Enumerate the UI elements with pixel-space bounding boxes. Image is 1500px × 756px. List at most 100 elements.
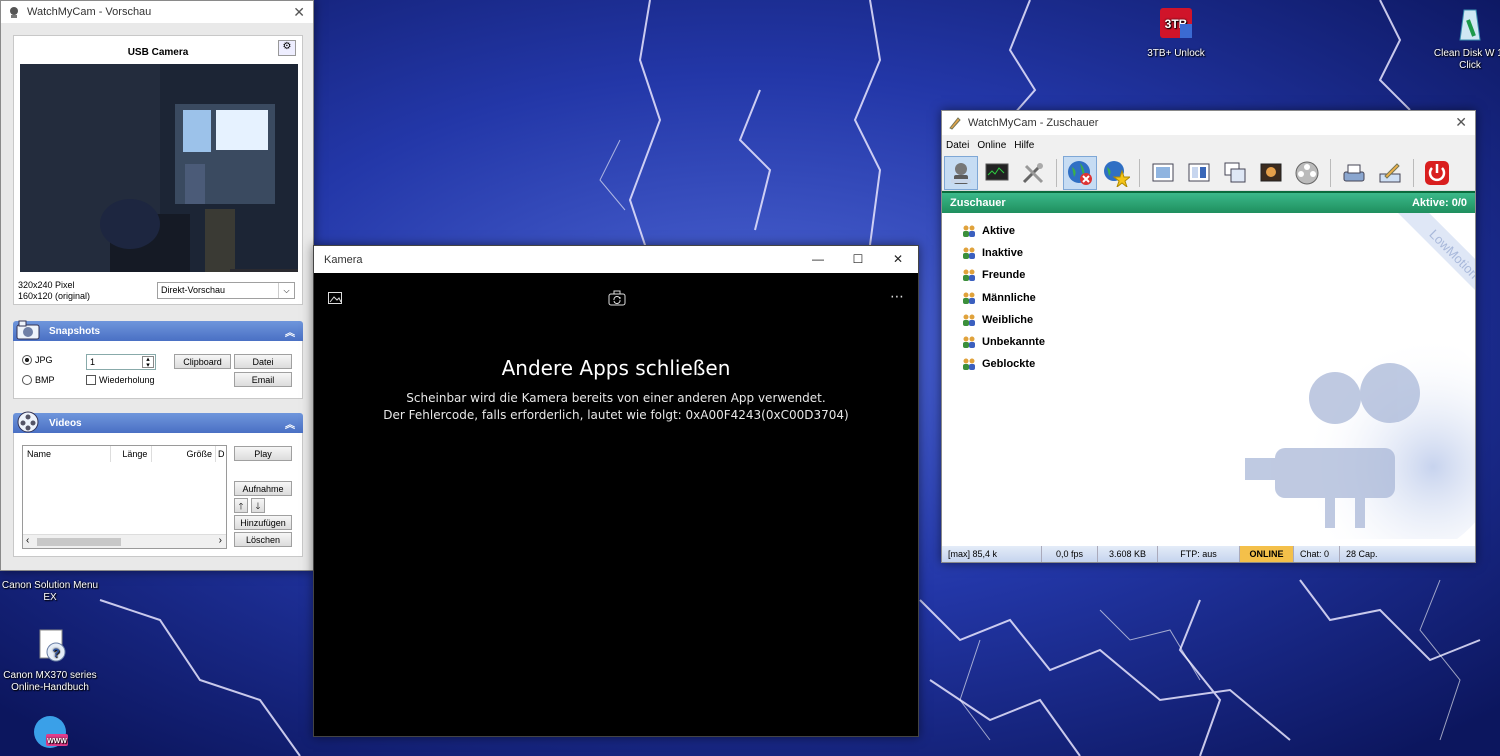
group-label: Inaktive: [982, 247, 1023, 260]
toolbar: [942, 155, 1475, 191]
move-down-button[interactable]: 🡓: [251, 498, 265, 513]
scroll-left-icon[interactable]: ‹: [26, 535, 29, 546]
menu-online[interactable]: Online: [977, 140, 1006, 151]
group-item[interactable]: Freunde: [962, 269, 1025, 282]
toolbar-scanner-button[interactable]: [1337, 156, 1371, 190]
broom-icon: [1450, 6, 1490, 46]
tools-icon: [1022, 162, 1044, 183]
file-button[interactable]: Datei: [234, 354, 292, 369]
bmp-radio[interactable]: BMP: [22, 375, 55, 385]
group-item[interactable]: Weibliche: [962, 314, 1033, 326]
zuschauer-titlebar[interactable]: WatchMyCam - Zuschauer ✕: [942, 111, 1475, 135]
kamera-titlebar[interactable]: Kamera — ☐ ✕: [314, 246, 918, 273]
column-header-size[interactable]: Größe: [152, 446, 217, 462]
help-document-icon: ?: [30, 628, 70, 668]
toolbar-edit-button[interactable]: [1373, 156, 1407, 190]
close-icon[interactable]: ✕: [293, 4, 305, 21]
toolbar-separator: [1056, 158, 1057, 187]
email-button[interactable]: Email: [234, 372, 292, 387]
delete-button[interactable]: Löschen: [234, 532, 292, 547]
video-list[interactable]: Name Länge Größe D ‹ ›: [22, 445, 227, 549]
minimize-icon[interactable]: —: [798, 246, 838, 273]
maximize-icon[interactable]: ☐: [838, 246, 878, 273]
collapse-icon[interactable]: ︽: [285, 324, 295, 339]
toolbar-picture-button[interactable]: [1146, 156, 1180, 190]
vorschau-titlebar[interactable]: WatchMyCam - Vorschau ✕: [1, 1, 313, 23]
status-chat: Chat: 0: [1294, 546, 1340, 562]
toolbar-tools-button[interactable]: [1016, 156, 1050, 190]
group-item[interactable]: Geblockte: [962, 358, 1035, 371]
jpg-label: JPG: [35, 355, 53, 365]
desktop-icon-label: Canon MX370 series Online-Handbuch: [3, 670, 97, 693]
repeat-label: Wiederholung: [99, 375, 155, 385]
column-header-name[interactable]: Name: [23, 446, 111, 462]
viewers-header-label: Zuschauer: [950, 197, 1006, 209]
jpg-radio[interactable]: JPG: [22, 355, 53, 365]
status-bandwidth: [max] 85,4 k: [942, 546, 1042, 562]
snapshots-header[interactable]: Snapshots ︽: [13, 320, 303, 341]
preview-mode-select[interactable]: Direkt-Vorschau ⌵: [157, 282, 295, 299]
settings-icon: ⚙: [282, 41, 292, 52]
toolbar-separator: [1413, 158, 1414, 187]
vorschau-title: WatchMyCam - Vorschau: [27, 6, 152, 18]
record-button[interactable]: Aufnahme: [234, 481, 292, 496]
toolbar-disconnect-button[interactable]: [1063, 155, 1097, 190]
desktop-icon-canon-handbuch[interactable]: ? Canon MX370 series Online-Handbuch: [0, 628, 100, 694]
toolbar-monitor-button[interactable]: [980, 156, 1014, 190]
active-count: Aktive: 0/0: [1411, 197, 1467, 209]
camera-settings-button[interactable]: ⚙: [278, 40, 296, 56]
group-label: Unbekannte: [982, 336, 1045, 348]
close-icon[interactable]: ✕: [1455, 114, 1467, 131]
group-item[interactable]: Unbekannte: [962, 336, 1045, 348]
column-header-date[interactable]: D: [216, 446, 226, 462]
snapshot-count-stepper[interactable]: 1 ▴ ▾: [86, 354, 156, 370]
desktop-icon-www[interactable]: WWW: [0, 712, 100, 754]
chevron-down-icon[interactable]: ⌵: [278, 283, 294, 298]
collapse-icon[interactable]: ︽: [285, 416, 295, 431]
stepper-arrows-icon[interactable]: ▴ ▾: [142, 356, 154, 369]
videos-header[interactable]: Videos ︽: [13, 411, 303, 433]
toolbar-power-button[interactable]: [1420, 156, 1454, 190]
desktop-icon-label: Clean Disk W 1-Click: [1433, 48, 1500, 71]
more-options-icon[interactable]: ⋯: [890, 288, 904, 305]
switch-camera-icon[interactable]: [608, 290, 626, 309]
videos-title: Videos: [49, 417, 82, 429]
add-button[interactable]: Hinzufügen: [234, 515, 292, 530]
group-item[interactable]: Männliche: [962, 292, 1036, 304]
gallery-icon[interactable]: [328, 292, 342, 307]
toolbar-window-button[interactable]: [1182, 156, 1216, 190]
desktop-icon-clean-disk[interactable]: Clean Disk W 1-Click: [1430, 6, 1500, 72]
preview-mode-value: Direkt-Vorschau: [161, 285, 226, 295]
menu-hilfe[interactable]: Hilfe: [1014, 140, 1034, 151]
group-item[interactable]: Inaktive: [962, 247, 1023, 260]
3tb-unlock-icon: 3TB: [1156, 6, 1196, 46]
scrollbar-thumb[interactable]: [37, 538, 121, 546]
move-up-button[interactable]: 🡑: [234, 498, 248, 513]
webcam-watermark-image: LowMotion: [1245, 213, 1475, 539]
desktop-icon-3tb-unlock[interactable]: 3TB 3TB+ Unlock: [1126, 6, 1226, 60]
original-resolution-label: 160x120 (original): [18, 291, 91, 301]
menu-datei[interactable]: Datei: [946, 140, 969, 151]
toolbar-windows-button[interactable]: [1218, 156, 1252, 190]
toolbar-camera-user-button[interactable]: [944, 155, 978, 190]
group-item[interactable]: Aktive: [962, 225, 1015, 237]
group-label: Männliche: [982, 291, 1036, 304]
viewers-header-bar: Zuschauer Aktive: 0/0: [942, 191, 1475, 213]
repeat-checkbox[interactable]: Wiederholung: [86, 375, 155, 385]
desktop-icon-canon-solution-menu[interactable]: Canon Solution Menu EX: [0, 572, 100, 604]
close-icon[interactable]: ✕: [878, 246, 918, 273]
arrow-down-icon: 🡓: [255, 501, 261, 511]
scanner-icon: [1343, 164, 1365, 181]
toolbar-favorites-button[interactable]: [1099, 156, 1133, 190]
toolbar-film-button[interactable]: [1290, 156, 1324, 190]
scroll-right-icon[interactable]: ›: [219, 535, 222, 546]
picture-frame-icon: [1152, 163, 1174, 181]
column-header-length[interactable]: Länge: [111, 446, 153, 462]
toolbar-photo-button[interactable]: [1254, 156, 1288, 190]
globe-www-icon: WWW: [30, 712, 70, 752]
arrow-up-icon: 🡑: [238, 501, 244, 511]
horizontal-scrollbar[interactable]: ‹ ›: [23, 534, 226, 548]
play-button[interactable]: Play: [234, 446, 292, 461]
status-fps: 0,0 fps: [1042, 546, 1098, 562]
clipboard-button[interactable]: Clipboard: [174, 354, 231, 369]
